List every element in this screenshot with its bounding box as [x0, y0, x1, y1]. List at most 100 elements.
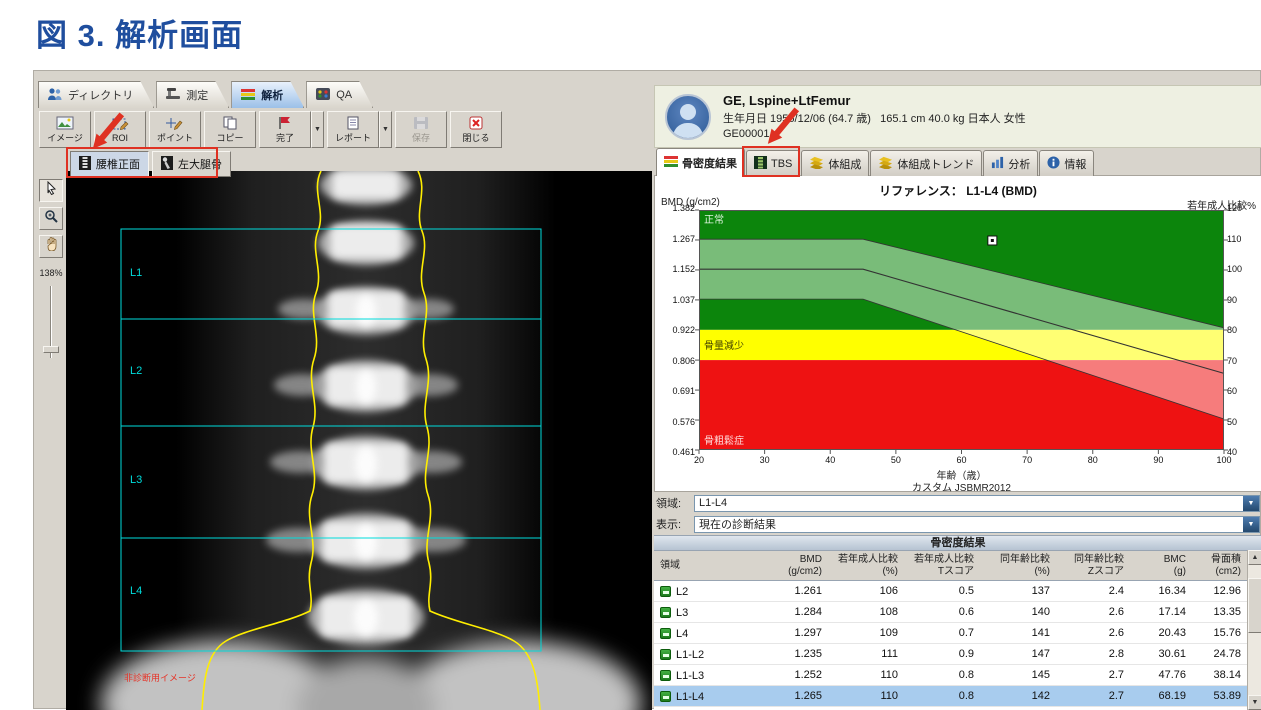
scroll-down-icon[interactable]: ▼ [1248, 695, 1261, 710]
patient-id: GE00001 [723, 128, 1026, 140]
scrollbar-thumb[interactable] [1248, 578, 1261, 633]
close-button[interactable]: 閉じる [450, 111, 502, 148]
close-icon [468, 115, 484, 130]
tab-info[interactable]: 情報 [1039, 150, 1094, 176]
display-dropdown-arrow-icon[interactable]: ▼ [1243, 517, 1259, 532]
roi-button[interactable]: ROI [94, 111, 146, 148]
x-tick-label: 20 [684, 455, 714, 465]
save-button-label: 保存 [412, 131, 430, 144]
tab-bmd-results-label: 骨密度結果 [682, 155, 737, 171]
tab-qa[interactable]: QA [306, 81, 373, 108]
tab-body-composition[interactable]: 体組成 [801, 150, 869, 176]
zoom-tool-button[interactable] [39, 207, 63, 230]
cell-age-matched-percent: 145 [980, 665, 1056, 686]
report-button[interactable]: レポート [327, 111, 379, 148]
cell-bmc: 68.19 [1130, 686, 1192, 707]
zoom-slider[interactable] [41, 286, 61, 358]
cell-t-score: 0.6 [904, 602, 980, 623]
reference-footnote: カスタム JSBMR2012 [699, 479, 1224, 494]
point-icon [166, 115, 184, 130]
spine-xray-viewport[interactable]: L1L2L3L4 非診断用イメージ [66, 171, 652, 710]
floppy-disk-icon [413, 115, 429, 130]
svg-text:骨粗鬆症: 骨粗鬆症 [704, 434, 744, 447]
x-tick-label: 90 [1143, 455, 1173, 465]
tab-measure[interactable]: 測定 [156, 81, 229, 108]
tab-composition-trend[interactable]: 体組成トレンド [870, 150, 982, 176]
cell-t-score: 0.8 [904, 686, 980, 707]
y-tick-label: 110 [1227, 234, 1241, 244]
qa-icon [315, 87, 331, 104]
report-dropdown-arrow-icon[interactable]: ▼ [379, 111, 392, 148]
spine-thumbnail-icon [79, 156, 91, 173]
people-icon [47, 87, 63, 104]
composition-trend-icon [878, 156, 893, 172]
y-tick-label: 0.922 [672, 325, 695, 335]
tab-analysis-results[interactable]: 分析 [983, 150, 1038, 176]
cell-bmd: 1.265 [758, 686, 828, 707]
cell-area: 13.35 [1192, 602, 1247, 623]
point-button[interactable]: ポイント [149, 111, 201, 148]
cell-area: 53.89 [1192, 686, 1247, 707]
region-status-icon [660, 628, 671, 639]
column-header: 骨面積 (cm2) [1192, 551, 1247, 580]
cell-region: L1-L3 [654, 665, 758, 686]
tab-analysis-results-label: 分析 [1008, 156, 1030, 172]
table-row[interactable]: L3 1.284 108 0.6 140 2.6 17.14 13.35 [654, 602, 1247, 623]
tab-qa-label: QA [336, 89, 352, 101]
save-button[interactable]: 保存 [395, 111, 447, 148]
cell-z-score: 2.8 [1056, 644, 1130, 665]
cell-young-adult-percent: 110 [828, 665, 904, 686]
tab-directory[interactable]: ディレクトリ [38, 81, 154, 108]
spine-ap-view-button[interactable]: 腰椎正面 [70, 151, 149, 177]
done-split-button: 完了 ▼ [259, 111, 324, 148]
table-row[interactable]: L1-L3 1.252 110 0.8 145 2.7 47.76 38.14 [654, 665, 1247, 686]
table-scrollbar[interactable]: ▲ ▼ [1247, 550, 1261, 710]
tab-tbs[interactable]: TBS [746, 150, 800, 176]
cell-bmd: 1.297 [758, 623, 828, 644]
cell-region: L2 [654, 581, 758, 602]
display-selector-row: 表示: 現在の診断結果 ▼ [656, 515, 1260, 533]
region-dropdown-arrow-icon[interactable]: ▼ [1243, 496, 1259, 511]
copy-button[interactable]: コピー [204, 111, 256, 148]
tbs-spine-icon [754, 156, 767, 172]
result-tabs: 骨密度結果 TBS 体組成 体組成トレンド 分析 情報 [656, 148, 1094, 176]
encore-application-window: ディレクトリ 測定 解析 QA イメージ ROI ポイント [33, 70, 1261, 709]
scroll-up-icon[interactable]: ▲ [1248, 550, 1261, 565]
bar-chart-icon [991, 156, 1004, 172]
pointer-tool-button[interactable] [39, 179, 63, 202]
cell-bmc: 17.14 [1130, 602, 1192, 623]
region-status-icon [660, 607, 671, 618]
y-tick-label: 1.037 [672, 295, 695, 305]
report-button-label: レポート [335, 131, 371, 144]
y-tick-label: 100 [1227, 264, 1242, 274]
cell-z-score: 2.7 [1056, 686, 1130, 707]
roi-label: L4 [130, 585, 142, 597]
cell-area: 15.76 [1192, 623, 1247, 644]
region-select[interactable]: L1-L4 ▼ [694, 495, 1260, 512]
image-button-label: イメージ [47, 131, 83, 144]
cell-region: L4 [654, 623, 758, 644]
tab-bmd-results[interactable]: 骨密度結果 [656, 148, 745, 176]
zoom-slider-thumb[interactable] [43, 346, 59, 353]
done-dropdown-arrow-icon[interactable]: ▼ [311, 111, 324, 148]
analysis-toolbar: イメージ ROI ポイント コピー 完了 ▼ レポート ▼ [39, 111, 502, 148]
y-axis-right-labels: 120110100908070605040 [1227, 203, 1261, 457]
table-header-row: 領域 BMD (g/cm2) 若年成人比較 (%) 若年成人比較 Tスコア 同年… [654, 551, 1247, 581]
x-tick-label: 60 [947, 455, 977, 465]
image-button[interactable]: イメージ [39, 111, 91, 148]
tab-analysis[interactable]: 解析 [231, 81, 304, 108]
table-row[interactable]: L1-L2 1.235 111 0.9 147 2.8 30.61 24.78 [654, 644, 1247, 665]
table-row[interactable]: L4 1.297 109 0.7 141 2.6 20.43 15.76 [654, 623, 1247, 644]
y-tick-label: 70 [1227, 356, 1237, 366]
spine-ap-view-label: 腰椎正面 [96, 156, 140, 172]
y-tick-label: 1.267 [672, 234, 695, 244]
pan-tool-button[interactable] [39, 235, 63, 258]
left-femur-view-button[interactable]: 左大腿骨 [152, 151, 231, 177]
cell-bmc: 47.76 [1130, 665, 1192, 686]
display-select[interactable]: 現在の診断結果 ▼ [694, 516, 1260, 533]
done-button[interactable]: 完了 [259, 111, 311, 148]
region-select-value: L1-L4 [699, 497, 727, 509]
table-row[interactable]: L1-L4 1.265 110 0.8 142 2.7 68.19 53.89 [654, 686, 1247, 707]
column-header: 若年成人比較 (%) [828, 551, 904, 580]
table-row[interactable]: L2 1.261 106 0.5 137 2.4 16.34 12.96 [654, 581, 1247, 602]
